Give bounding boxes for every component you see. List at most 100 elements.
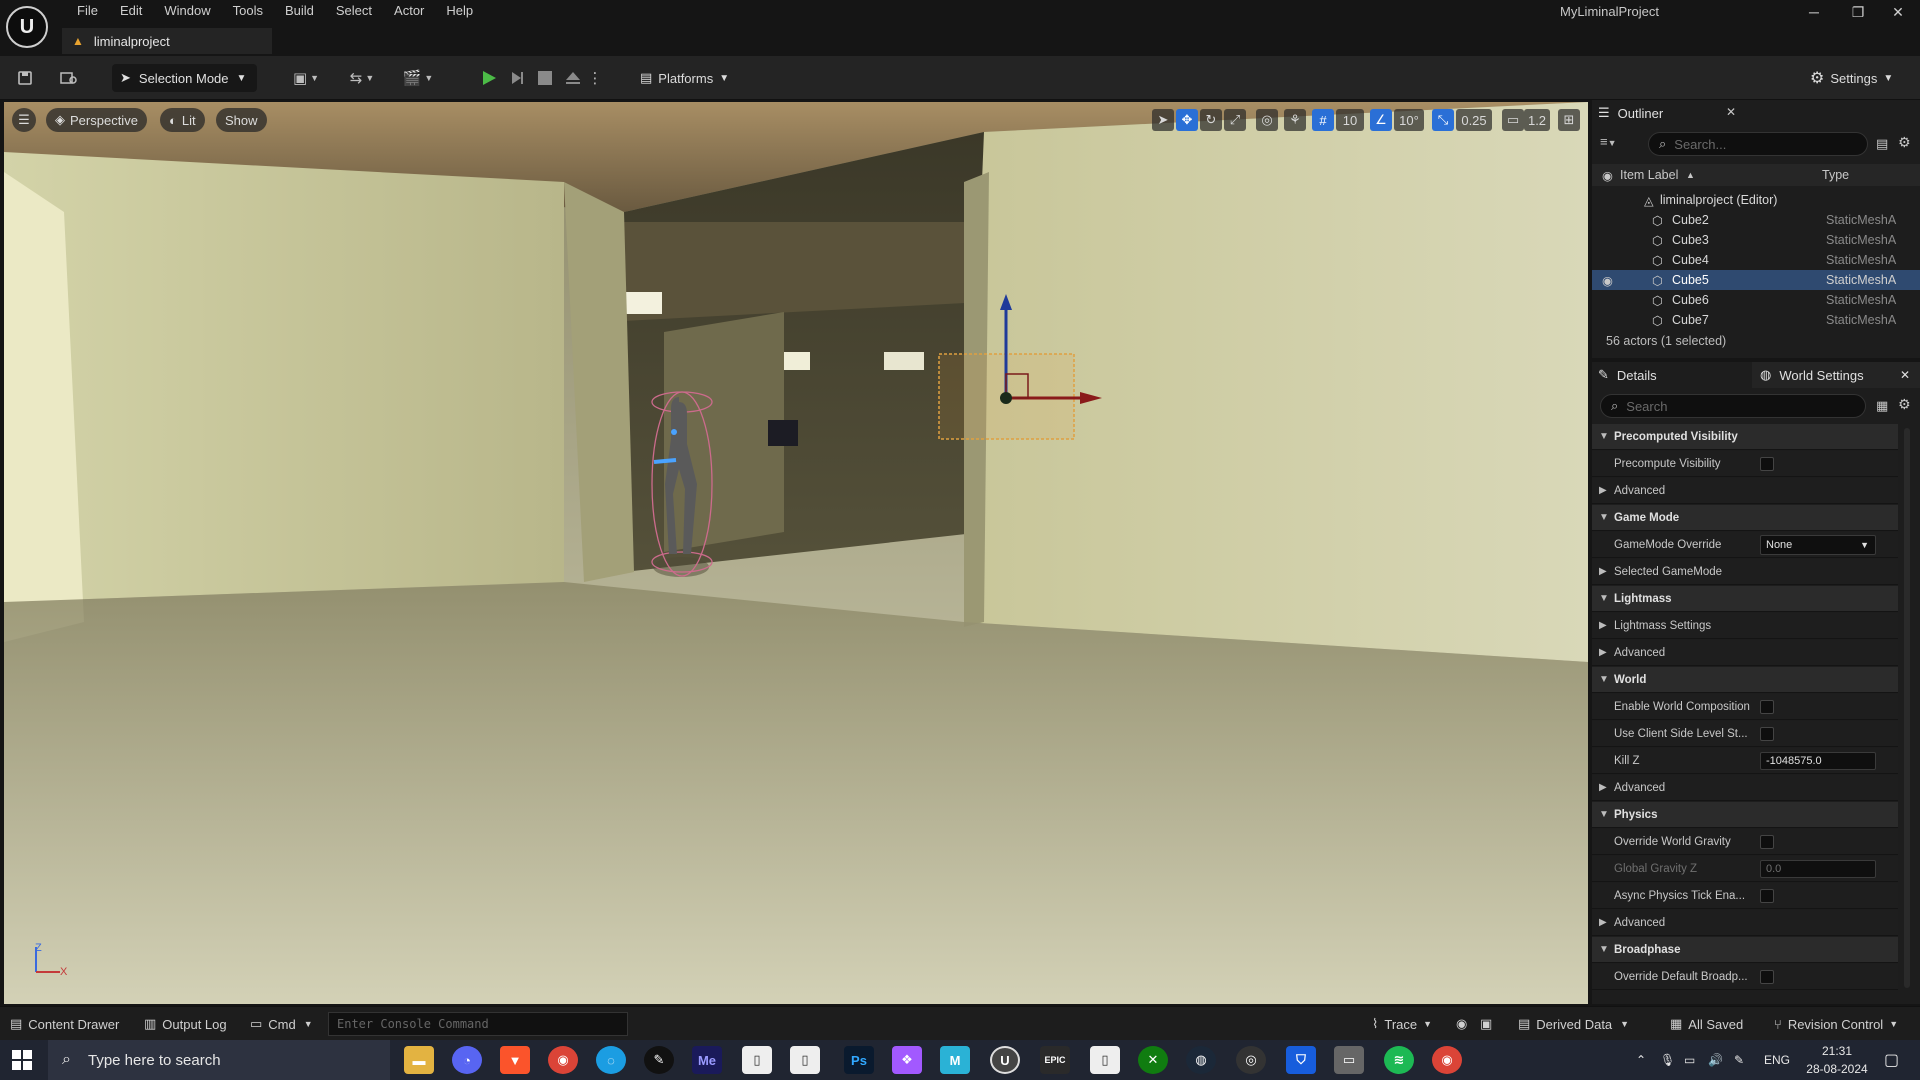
bitwarden-icon[interactable]: ⛉ [1286,1046,1316,1074]
chrome-icon[interactable]: ◉ [1432,1046,1462,1074]
photoshop-icon[interactable]: Ps [844,1046,874,1074]
row-advanced[interactable]: ▶ Advanced [1592,775,1898,801]
blueprint-icon[interactable]: ⇆ ▼ [344,66,380,90]
epic-games-icon[interactable]: EPIC [1040,1046,1070,1074]
outliner-search-input[interactable]: ⌕ Search... [1648,132,1868,156]
unreal-logo-icon[interactable]: U [6,6,48,48]
client-side-checkbox[interactable] [1760,726,1774,741]
menu-window[interactable]: Window [153,2,221,24]
close-icon[interactable]: ✕ [1726,105,1736,119]
derived-data-dropdown[interactable]: ▤ Derived Data ▼ [1518,1013,1629,1035]
figma-icon[interactable]: ❖ [892,1046,922,1074]
rotation-snap-icon[interactable]: ∠ [1370,109,1392,131]
file-icon[interactable]: ▯ [1090,1046,1120,1074]
category-physics[interactable]: ▼ Physics [1592,802,1898,828]
menu-tools[interactable]: Tools [222,2,274,24]
details-tab[interactable]: ✎ Details [1598,362,1748,388]
output-log-button[interactable]: ▥ Output Log [144,1013,227,1035]
details-scrollbar[interactable] [1904,428,1910,988]
row-lightmass-settings[interactable]: ▶ Lightmass Settings [1592,613,1898,639]
select-tool-icon[interactable]: ➤ [1152,109,1174,131]
level-viewport[interactable]: Z X ☰ ◈ Perspective ◐ Lit Show ➤ ✥ ↻ ⤢ ◎… [4,102,1588,1004]
cinematics-icon[interactable]: 🎬 ▼ [400,66,436,90]
category-lightmass[interactable]: ▼ Lightmass [1592,586,1898,612]
record-icon[interactable]: ◉ [1456,1013,1467,1035]
edge-icon[interactable]: ◌ [596,1046,626,1074]
outliner-row[interactable]: ⬡ Cube2 StaticMeshA [1592,210,1920,230]
menu-file[interactable]: File [66,2,109,24]
menu-help[interactable]: Help [435,2,484,24]
add-folder-icon[interactable]: ▤ [1876,136,1888,152]
eject-icon[interactable] [560,66,586,90]
scale-snap-icon[interactable]: ⤡ [1432,109,1454,131]
gear-icon[interactable]: ⚙ [1898,396,1911,413]
xbox-icon[interactable]: ✕ [1138,1046,1168,1074]
details-search-input[interactable]: ⌕ Search [1600,394,1866,418]
content-drawer-button[interactable]: ▤ Content Drawer [10,1013,119,1035]
surface-snap-icon[interactable]: ⚘ [1284,109,1306,131]
cmd-dropdown[interactable]: ▭ Cmd ▼ [250,1013,313,1035]
world-composition-checkbox[interactable] [1760,699,1774,714]
outliner-row[interactable]: ⬡ Cube3 StaticMeshA [1592,230,1920,250]
menu-actor[interactable]: Actor [383,2,435,24]
row-selected-gamemode[interactable]: ▶ Selected GameMode [1592,559,1898,585]
col-type[interactable]: Type [1822,168,1849,182]
async-physics-checkbox[interactable] [1760,888,1774,903]
camera-speed-icon[interactable]: ▭ [1502,109,1524,131]
minimize-button[interactable]: ─ [1792,0,1836,24]
override-gravity-checkbox[interactable] [1760,834,1774,849]
scale-tool-icon[interactable]: ⤢ [1224,109,1246,131]
trace-dropdown[interactable]: ⌇ Trace ▼ [1372,1013,1432,1035]
lit-button[interactable]: ◐ Lit [160,108,205,132]
row-advanced[interactable]: ▶ Advanced [1592,910,1898,936]
console-input[interactable]: Enter Console Command [328,1012,628,1036]
rotate-tool-icon[interactable]: ↻ [1200,109,1222,131]
world-settings-tab[interactable]: ◍ World Settings ✕ [1752,362,1920,388]
gamemode-override-select[interactable]: None ▼ [1760,534,1876,555]
screenshot-icon[interactable]: ▣ [1480,1013,1492,1035]
menu-build[interactable]: Build [274,2,325,24]
grid-snap-icon[interactable]: # [1312,109,1334,131]
menu-select[interactable]: Select [325,2,383,24]
gear-icon[interactable]: ⚙ [1898,134,1911,151]
app-window-icon[interactable]: ▭ [1334,1046,1364,1074]
content-browse-icon[interactable] [56,66,82,90]
rotation-snap-value[interactable]: 10° [1394,109,1424,131]
step-icon[interactable] [504,66,530,90]
camera-speed-value[interactable]: 1.2 [1524,109,1550,131]
menu-edit[interactable]: Edit [109,2,153,24]
windows-start-icon[interactable] [12,1050,34,1072]
file-explorer-icon[interactable]: ▬ [404,1046,434,1074]
close-button[interactable]: ✕ [1876,0,1920,24]
language-indicator[interactable]: ENG [1764,1040,1790,1080]
media-encoder-icon[interactable]: Me [692,1046,722,1074]
outliner-row[interactable]: ⬡ Cube7 StaticMeshA [1592,310,1920,330]
category-precomputed-visibility[interactable]: ▼ Precomputed Visibility [1592,424,1898,450]
row-advanced[interactable]: ▶ Advanced [1592,640,1898,666]
volume-icon[interactable]: 🔊 [1708,1040,1723,1080]
translate-tool-icon[interactable]: ✥ [1176,109,1198,131]
file-icon[interactable]: ▯ [790,1046,820,1074]
restore-button[interactable]: ❐ [1836,0,1880,24]
table-view-icon[interactable]: ▦ [1876,398,1888,414]
eye-icon[interactable]: ◉ [1602,168,1613,183]
save-icon[interactable] [12,66,38,90]
brave-icon[interactable]: ▼ [500,1046,530,1074]
platforms-dropdown[interactable]: ▤ Platforms ▼ [640,64,729,92]
spotify-icon[interactable]: ≋ [1384,1046,1414,1074]
clock[interactable]: 21:31 28-08-2024 [1802,1042,1872,1078]
close-icon[interactable]: ✕ [1900,368,1910,382]
chrome-icon[interactable]: ◉ [548,1046,578,1074]
level-tab[interactable]: ▲ liminalproject [62,28,272,54]
microphone-icon[interactable]: 🎙 [1660,1040,1675,1080]
grid-snap-value[interactable]: 10 [1336,109,1364,131]
taskbar-search-input[interactable]: ⌕ Type here to search [48,1040,390,1080]
maps-app-icon[interactable]: M [940,1046,970,1074]
outliner-row[interactable]: ⬡ Cube4 StaticMeshA [1592,250,1920,270]
outliner-root-row[interactable]: ◬ liminalproject (Editor) [1592,190,1920,210]
stop-icon[interactable] [532,66,558,90]
notification-icon[interactable]: ▢ [1884,1040,1899,1080]
category-game-mode[interactable]: ▼ Game Mode [1592,505,1898,531]
steam-icon[interactable]: ◍ [1186,1046,1216,1074]
app-icon[interactable]: ✎ [644,1046,674,1074]
